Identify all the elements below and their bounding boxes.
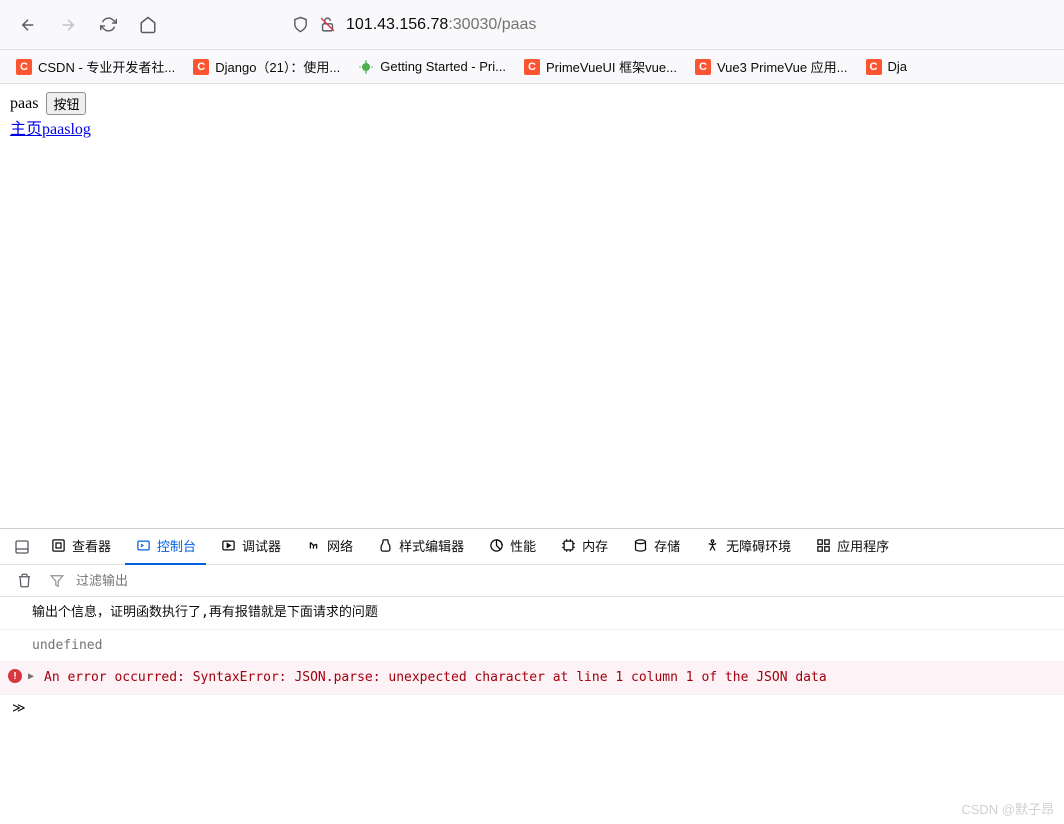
tab-accessibility[interactable]: 无障碍环境: [694, 529, 801, 565]
page-content: paas 按钮 主页paaslog: [0, 84, 1064, 147]
csdn-icon: C: [695, 59, 711, 75]
address-bar[interactable]: 101.43.156.78:30030/paas: [292, 16, 1052, 34]
tab-application[interactable]: 应用程序: [805, 529, 899, 565]
expand-arrow-icon[interactable]: ▶: [28, 669, 34, 684]
style-icon: [377, 538, 393, 554]
devtools-tabs: 查看器 控制台 调试器 网络 样式编辑器 性能 内存 存储 无障碍环境 应用程序: [0, 529, 1064, 565]
filter-input[interactable]: [76, 573, 1054, 588]
csdn-icon: C: [16, 59, 32, 75]
tab-console[interactable]: 控制台: [125, 529, 206, 565]
bookmark-item[interactable]: CDja: [858, 55, 916, 79]
tab-network[interactable]: 网络: [295, 529, 363, 565]
forward-button[interactable]: [52, 9, 84, 41]
reload-button[interactable]: [92, 9, 124, 41]
tab-debugger[interactable]: 调试器: [210, 529, 291, 565]
console-undefined-row[interactable]: undefined: [0, 630, 1064, 663]
page-button[interactable]: 按钮: [46, 92, 86, 115]
browser-toolbar: 101.43.156.78:30030/paas: [0, 0, 1064, 50]
bookmark-item[interactable]: CCSDN - 专业开发者社...: [8, 53, 183, 80]
csdn-icon: C: [193, 59, 209, 75]
tab-inspector[interactable]: 查看器: [40, 529, 121, 565]
tab-performance[interactable]: 性能: [478, 529, 546, 565]
link-home[interactable]: 主页: [10, 121, 42, 138]
console-icon: [135, 538, 151, 554]
console-output: 输出个信息，证明函数执行了,再有报错就是下面请求的问题 undefined ! …: [0, 597, 1064, 824]
console-log-row[interactable]: 输出个信息，证明函数执行了,再有报错就是下面请求的问题: [0, 597, 1064, 630]
link-paaslog[interactable]: paaslog: [42, 121, 91, 138]
bookmark-item[interactable]: CPrimeVueUI 框架vue...: [516, 53, 685, 80]
clear-console-button[interactable]: [10, 567, 38, 595]
devtools-panel: 查看器 控制台 调试器 网络 样式编辑器 性能 内存 存储 无障碍环境 应用程序…: [0, 528, 1064, 824]
page-text: paas: [10, 95, 38, 113]
console-prompt[interactable]: ≫: [0, 695, 1064, 722]
bookmark-item[interactable]: CDjango（21）：使用...: [185, 53, 348, 80]
storage-icon: [632, 538, 648, 554]
console-error-row[interactable]: ! ▶ An error occurred: SyntaxError: JSON…: [0, 662, 1064, 695]
bookmark-item[interactable]: Getting Started - Pri...: [350, 55, 514, 79]
performance-icon: [488, 538, 504, 554]
tab-style[interactable]: 样式编辑器: [367, 529, 474, 565]
console-toolbar: [0, 565, 1064, 597]
bug-icon: [358, 59, 374, 75]
csdn-icon: C: [866, 59, 882, 75]
inspector-icon: [50, 538, 66, 554]
tab-memory[interactable]: 内存: [550, 529, 618, 565]
filter-icon: [50, 574, 64, 588]
accessibility-icon: [704, 538, 720, 554]
network-icon: [305, 538, 321, 554]
bookmarks-bar: CCSDN - 专业开发者社... CDjango（21）：使用... Gett…: [0, 50, 1064, 84]
bookmark-item[interactable]: CVue3 PrimeVue 应用...: [687, 53, 856, 80]
tab-storage[interactable]: 存储: [622, 529, 690, 565]
memory-icon: [560, 538, 576, 554]
url-display: 101.43.156.78:30030/paas: [346, 16, 536, 34]
error-icon: !: [8, 669, 22, 683]
home-button[interactable]: [132, 9, 164, 41]
lock-slash-icon: [319, 16, 336, 33]
devtools-dock-button[interactable]: [8, 533, 36, 561]
shield-icon: [292, 16, 309, 33]
back-button[interactable]: [12, 9, 44, 41]
csdn-icon: C: [524, 59, 540, 75]
watermark: CSDN @默子昂: [961, 799, 1054, 818]
application-icon: [815, 538, 831, 554]
debugger-icon: [220, 538, 236, 554]
